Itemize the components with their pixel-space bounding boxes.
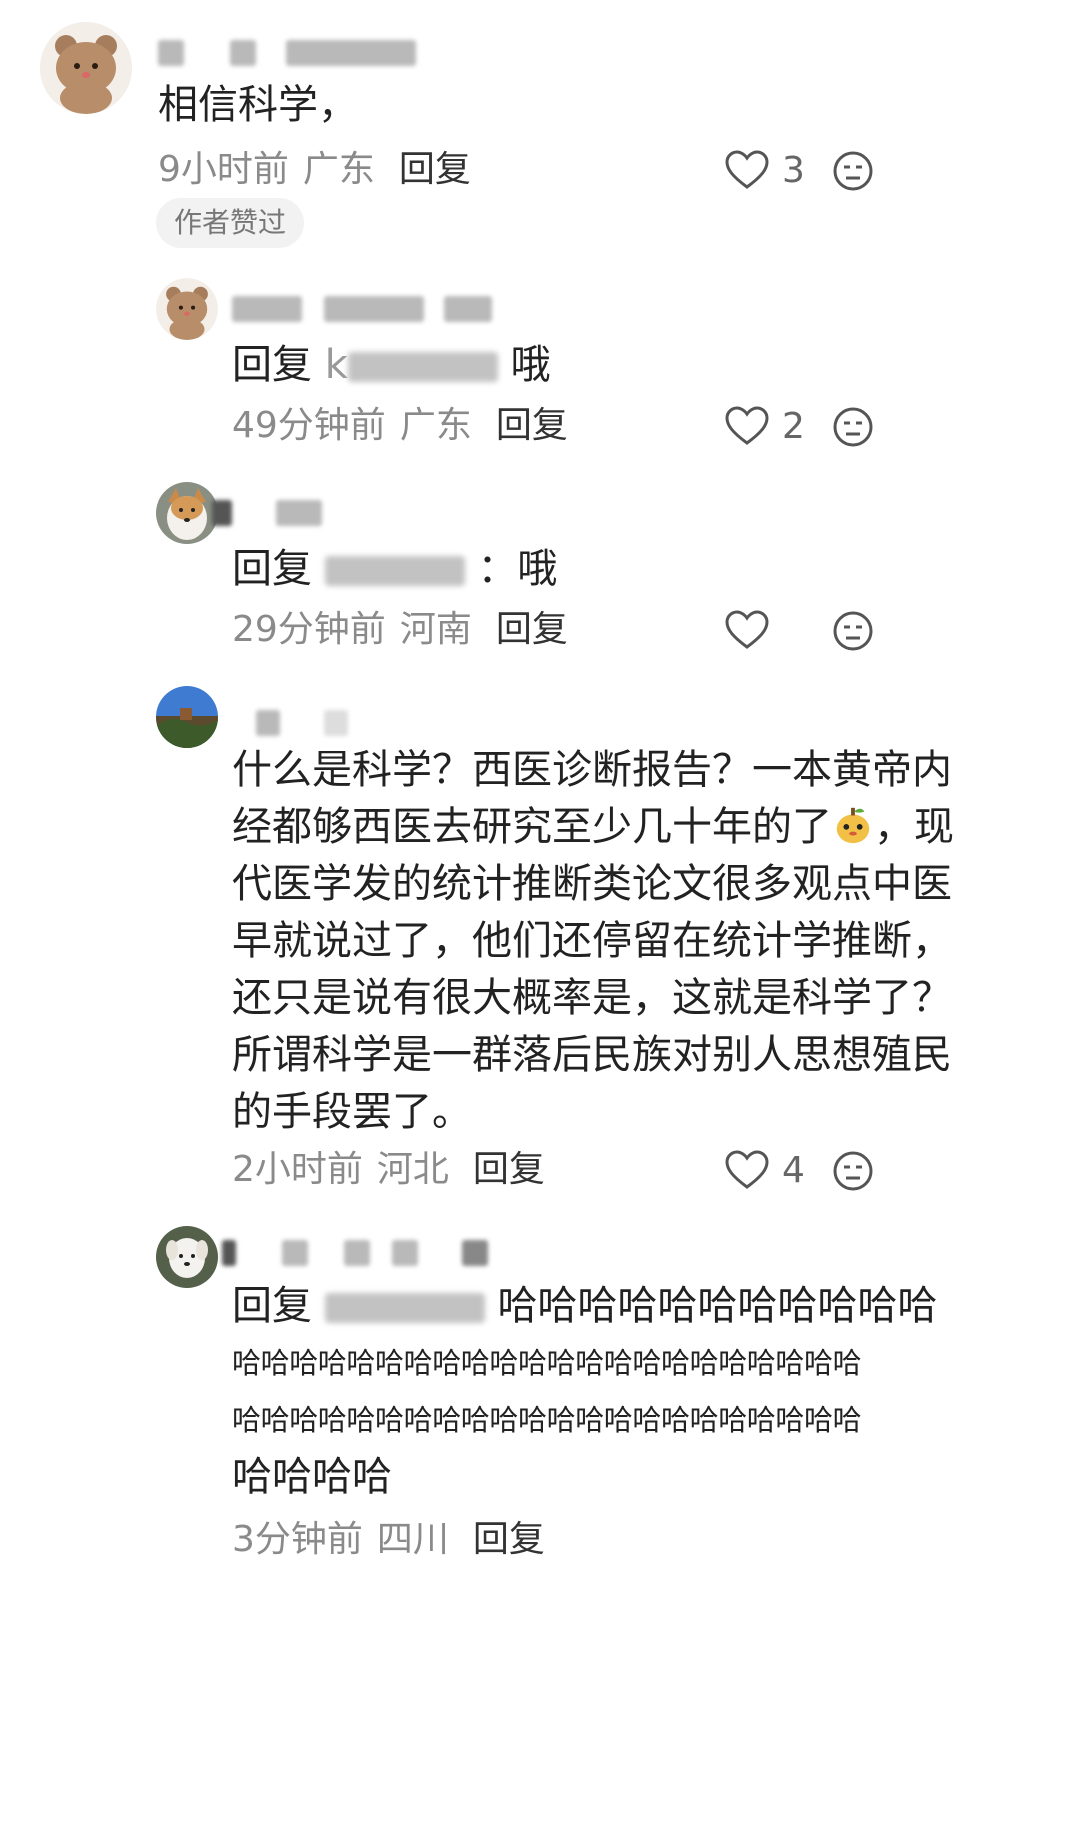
comment-line: 还只是说有很大概率是，这就是科学了？: [232, 975, 952, 1021]
reply-button[interactable]: 回复: [473, 1519, 545, 1560]
redacted-username: [324, 1293, 485, 1323]
reply-button[interactable]: 回复: [473, 1149, 545, 1190]
reply-prefix: 回复: [232, 1283, 312, 1329]
comment-line: 的手段罢了。: [232, 1089, 472, 1135]
comment-meta: 9小时前 广东 回复: [158, 148, 471, 192]
reply-button[interactable]: 回复: [399, 149, 471, 190]
reply-text: 回复 k 哦: [232, 332, 551, 398]
like-button[interactable]: 3: [724, 148, 805, 192]
comment-line-text: 经都够西医去研究至少几十年的了: [232, 804, 832, 850]
heart-icon: [725, 406, 769, 445]
comment-meta: 2小时前 河北 回复: [232, 1148, 545, 1192]
comment-location: 四川: [376, 1519, 449, 1560]
comment-meta: 29分钟前 河南 回复: [232, 608, 568, 652]
comment-text: 相信科学，: [158, 82, 358, 128]
comment-meta: 3分钟前 四川 回复: [232, 1518, 545, 1562]
avatar-bear[interactable]: [40, 22, 132, 114]
nickname-redacted[interactable]: [222, 1240, 492, 1266]
nickname-redacted[interactable]: [158, 40, 418, 66]
redacted-username: [347, 352, 498, 382]
redacted-username: [324, 556, 465, 586]
comment-body: 回复 哈哈哈哈哈哈哈哈哈哈哈 哈哈哈哈哈哈哈哈哈哈哈哈哈哈哈哈哈哈哈哈哈哈 哈哈…: [232, 1278, 1032, 1506]
like-button[interactable]: 4: [724, 1148, 805, 1192]
avatar-white-dog[interactable]: [156, 1226, 218, 1288]
nickname-redacted[interactable]: [232, 710, 372, 736]
heart-icon: [725, 610, 769, 649]
author-liked-badge: 作者赞过: [156, 198, 305, 248]
comment-location: 河北: [376, 1149, 449, 1190]
comment-time: 3分钟前: [232, 1519, 363, 1560]
dislike-icon[interactable]: [832, 150, 874, 192]
comment-line: 回复 哈哈哈哈哈哈哈哈哈哈哈: [232, 1278, 1032, 1335]
reply-target-partial: k: [324, 342, 348, 388]
nickname-redacted[interactable]: [212, 500, 332, 526]
comment-location: 广东: [302, 149, 375, 190]
comment-line: 什么是科学？西医诊断报告？一本黄帝内: [232, 747, 952, 793]
comment-body: 什么是科学？西医诊断报告？一本黄帝内 经都够西医去研究至少几十年的了 ，现 代医学…: [232, 742, 1032, 1141]
like-count: 4: [782, 1149, 805, 1191]
comment-line: 早就说过了，他们还停留在统计学推断，: [232, 918, 952, 964]
reply-button[interactable]: 回复: [496, 609, 568, 650]
pear-face-emoji-icon: [836, 807, 870, 844]
comment-time: 9小时前: [158, 149, 289, 190]
landscape-avatar-icon: [156, 686, 218, 748]
comment-line-text: ，现: [874, 804, 954, 850]
comment-line-text: 哈哈哈哈哈哈哈哈哈哈哈: [497, 1283, 938, 1329]
dislike-icon[interactable]: [832, 610, 874, 652]
dislike-icon[interactable]: [832, 406, 874, 448]
white-dog-avatar-icon: [156, 1226, 218, 1288]
comment-location: 河南: [399, 609, 472, 650]
brown-bear-avatar-icon: [156, 278, 218, 340]
nickname-redacted[interactable]: [232, 296, 492, 322]
dog-avatar-icon: [156, 482, 218, 544]
brown-bear-avatar-icon: [40, 22, 132, 114]
dislike-icon[interactable]: [832, 1150, 874, 1192]
reply-text-content: ：哦: [477, 546, 558, 592]
comment-time: 2小时前: [232, 1149, 363, 1190]
heart-icon: [725, 150, 769, 189]
heart-icon: [725, 1150, 769, 1189]
avatar-bear-small[interactable]: [156, 278, 218, 340]
comment-line: 所谓科学是一群落后民族对别人思想殖民: [232, 1032, 952, 1078]
reply-prefix: 回复: [232, 546, 312, 592]
comment-meta: 49分钟前 广东 回复: [232, 404, 568, 448]
avatar-dog[interactable]: [156, 482, 218, 544]
comment-line: 哈哈哈哈: [232, 1454, 392, 1500]
comment-line: 代医学发的统计推断类论文很多观点中医: [232, 861, 952, 907]
reply-text-content: 哦: [510, 342, 551, 388]
like-button[interactable]: [724, 608, 782, 652]
like-button[interactable]: 2: [724, 404, 805, 448]
comment-line: 经都够西医去研究至少几十年的了 ，现: [232, 799, 1032, 856]
avatar-landscape[interactable]: [156, 686, 218, 748]
reply-button[interactable]: 回复: [496, 405, 568, 446]
reply-prefix: 回复: [232, 342, 312, 388]
reply-text: 回复 ：哦: [232, 536, 557, 602]
comment-time: 29分钟前: [232, 609, 386, 650]
comment-line: 哈哈哈哈哈哈哈哈哈哈哈哈哈哈哈哈哈哈哈哈哈哈: [232, 1403, 862, 1437]
comment-time: 49分钟前: [232, 405, 386, 446]
comment-location: 广东: [399, 405, 472, 446]
like-count: 3: [782, 149, 805, 191]
comment-line: 哈哈哈哈哈哈哈哈哈哈哈哈哈哈哈哈哈哈哈哈哈哈: [232, 1346, 862, 1380]
like-count: 2: [782, 405, 805, 447]
